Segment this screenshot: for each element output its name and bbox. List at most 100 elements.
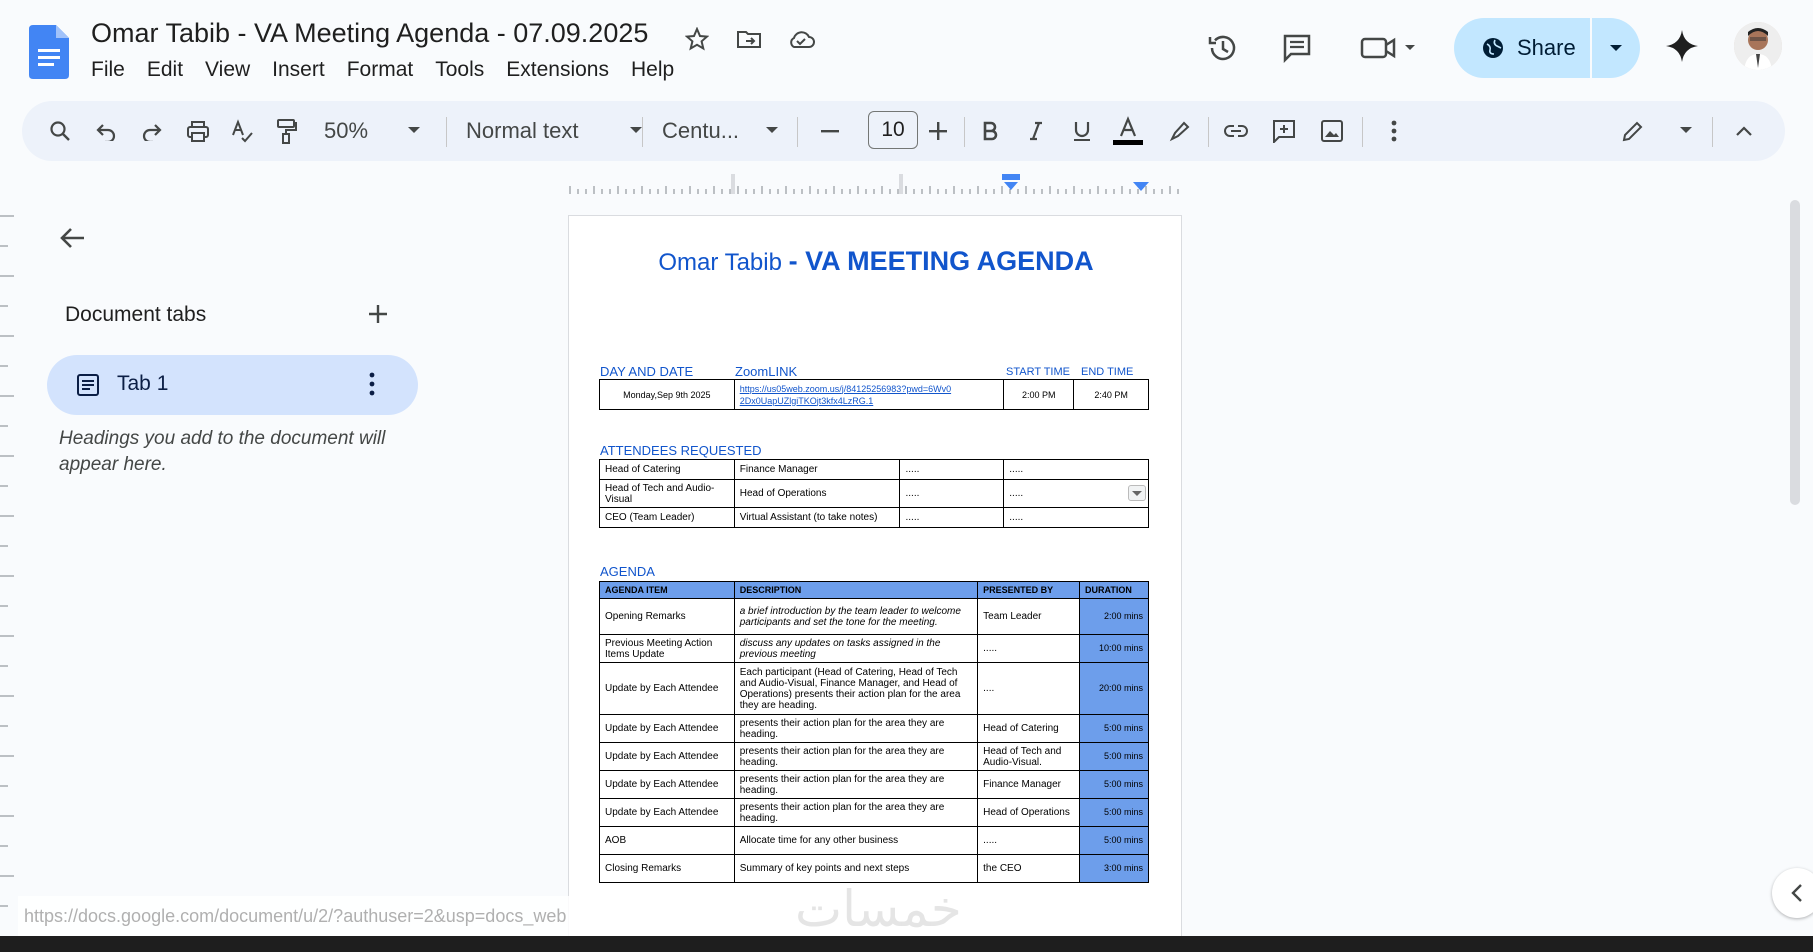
- account-avatar[interactable]: [1734, 22, 1782, 70]
- decrease-font-size-icon[interactable]: [812, 111, 848, 151]
- menu-insert[interactable]: Insert: [272, 58, 325, 82]
- print-icon[interactable]: [180, 111, 216, 151]
- table-row: AOB Allocate time for any other business…: [599, 826, 1149, 855]
- table-row: Update by Each Attendee presents their a…: [599, 798, 1149, 827]
- search-menus-icon[interactable]: [42, 111, 78, 151]
- zoom-value: 50%: [324, 118, 369, 143]
- insert-image-icon[interactable]: [1314, 111, 1350, 151]
- zoomlink-label: ZoomLINK: [735, 364, 798, 379]
- attendees-label: ATTENDEES REQUESTED: [600, 443, 762, 458]
- comments-icon[interactable]: [1277, 28, 1317, 68]
- text-color-icon[interactable]: [1110, 111, 1146, 151]
- agenda-presenter: Finance Manager: [977, 770, 1081, 799]
- font-select[interactable]: Centu...: [662, 111, 778, 151]
- heading-main: - VA MEETING AGENDA: [788, 246, 1094, 276]
- gemini-sparkle-icon[interactable]: [1664, 28, 1700, 69]
- agenda-duration: 20:00 mins: [1079, 662, 1149, 715]
- chevron-down-icon: [408, 127, 420, 133]
- insert-link-icon[interactable]: [1218, 111, 1254, 151]
- table-row: Update by Each Attendee presents their a…: [599, 714, 1149, 743]
- spelling-check-icon[interactable]: [224, 111, 260, 151]
- dropdown-chip-icon[interactable]: [1128, 485, 1146, 501]
- day-date-label: DAY AND DATE: [600, 364, 694, 379]
- share-options-chevron-icon[interactable]: [1592, 43, 1640, 53]
- share-label: Share: [1517, 35, 1576, 60]
- meeting-end-time: 2:40 PM: [1073, 379, 1149, 410]
- attendee-cell: Head of Operations: [733, 479, 901, 508]
- agenda-presenter: Team Leader: [977, 598, 1081, 635]
- side-panel-toggle[interactable]: [1772, 868, 1813, 918]
- menu-view[interactable]: View: [205, 58, 250, 82]
- table-row: Closing Remarks Summary of key points an…: [599, 854, 1149, 883]
- back-arrow-icon[interactable]: [58, 223, 88, 258]
- taskbar-strip: [0, 936, 1813, 952]
- agenda-item: Update by Each Attendee: [599, 662, 735, 715]
- attendee-cell: Finance Manager: [733, 459, 901, 480]
- agenda-description: presents their action plan for the area …: [733, 714, 979, 743]
- redo-icon[interactable]: [134, 111, 170, 151]
- paint-format-icon[interactable]: [268, 111, 304, 151]
- editing-mode-select[interactable]: [1622, 111, 1692, 151]
- cloud-saved-icon[interactable]: [784, 22, 818, 56]
- agenda-presenter: Head of Operations: [977, 798, 1081, 827]
- menu-tools[interactable]: Tools: [435, 58, 484, 82]
- font-size-input[interactable]: 10: [868, 111, 918, 149]
- agenda-label: AGENDA: [600, 564, 655, 579]
- document-page[interactable]: Omar Tabib - VA MEETING AGENDA DAY AND D…: [568, 215, 1182, 945]
- underline-icon[interactable]: [1064, 111, 1100, 151]
- add-tab-plus-icon[interactable]: [364, 300, 392, 333]
- paragraph-style-select[interactable]: Normal text: [466, 111, 642, 151]
- heading-name: Omar Tabib: [658, 249, 789, 276]
- attendees-table: Head of Catering Finance Manager ..... .…: [599, 459, 1149, 528]
- menu-help[interactable]: Help: [631, 58, 674, 82]
- menu-extensions[interactable]: Extensions: [506, 58, 609, 82]
- meeting-start-time: 2:00 PM: [1003, 379, 1075, 410]
- agenda-table: AGENDA ITEM DESCRIPTION PRESENTED BY DUR…: [599, 581, 1149, 883]
- agenda-item: AOB: [599, 826, 735, 855]
- vertical-scrollbar[interactable]: [1790, 200, 1800, 505]
- agenda-duration: 5:00 mins: [1079, 714, 1149, 743]
- more-options-icon[interactable]: [1376, 111, 1412, 151]
- sidebar-item-tab-1[interactable]: Tab 1: [47, 355, 418, 415]
- font-value: Centu...: [662, 118, 740, 143]
- document-icon: [77, 374, 99, 396]
- menu-bar: File Edit View Insert Format Tools Exten…: [91, 58, 674, 82]
- italic-icon[interactable]: [1018, 111, 1054, 151]
- docs-logo-icon[interactable]: [29, 25, 69, 79]
- version-history-icon[interactable]: [1203, 28, 1243, 68]
- move-to-folder-icon[interactable]: [732, 22, 766, 56]
- attendee-cell: .....: [899, 479, 1005, 508]
- document-title[interactable]: Omar Tabib - VA Meeting Agenda - 07.09.2…: [91, 18, 648, 49]
- star-icon[interactable]: [680, 22, 714, 56]
- zoom-select[interactable]: 50%: [324, 111, 420, 151]
- document-tabs-heading: Document tabs: [65, 303, 207, 326]
- menu-edit[interactable]: Edit: [147, 58, 183, 82]
- attendee-cell: .....: [899, 459, 1005, 480]
- tab-options-icon[interactable]: [368, 371, 376, 397]
- agenda-description: Summary of key points and next steps: [733, 854, 979, 883]
- horizontal-ruler[interactable]: [568, 172, 1183, 196]
- agenda-item: Previous Meeting Action Items Update: [599, 634, 735, 663]
- hide-menus-chevron-up-icon[interactable]: [1726, 111, 1762, 151]
- meeting-date: Monday,Sep 9th 2025: [599, 379, 735, 410]
- agenda-item: Update by Each Attendee: [599, 770, 735, 799]
- zoom-link[interactable]: https://us05web.zoom.us/j/84125256983?pw…: [740, 384, 951, 406]
- add-comment-icon[interactable]: [1266, 111, 1302, 151]
- undo-icon[interactable]: [88, 111, 124, 151]
- bold-icon[interactable]: [972, 111, 1008, 151]
- vertical-ruler[interactable]: [0, 196, 22, 936]
- attendee-cell: .....: [1009, 488, 1024, 499]
- table-row: Update by Each Attendee Each participant…: [599, 662, 1149, 715]
- menu-format[interactable]: Format: [347, 58, 414, 82]
- increase-font-size-icon[interactable]: [920, 111, 956, 151]
- attendee-cell: .....: [1003, 459, 1149, 480]
- watermark: خمسات: [795, 880, 962, 938]
- highlight-color-icon[interactable]: [1162, 111, 1198, 151]
- table-row: Update by Each Attendee presents their a…: [599, 742, 1149, 771]
- meet-icon[interactable]: [1355, 28, 1425, 68]
- share-button[interactable]: Share: [1454, 18, 1640, 78]
- agenda-presenter: Head of Tech and Audio-Visual.: [977, 742, 1081, 771]
- menu-file[interactable]: File: [91, 58, 125, 82]
- agenda-description: presents their action plan for the area …: [733, 742, 979, 771]
- agenda-description: a brief introduction by the team leader …: [733, 598, 979, 635]
